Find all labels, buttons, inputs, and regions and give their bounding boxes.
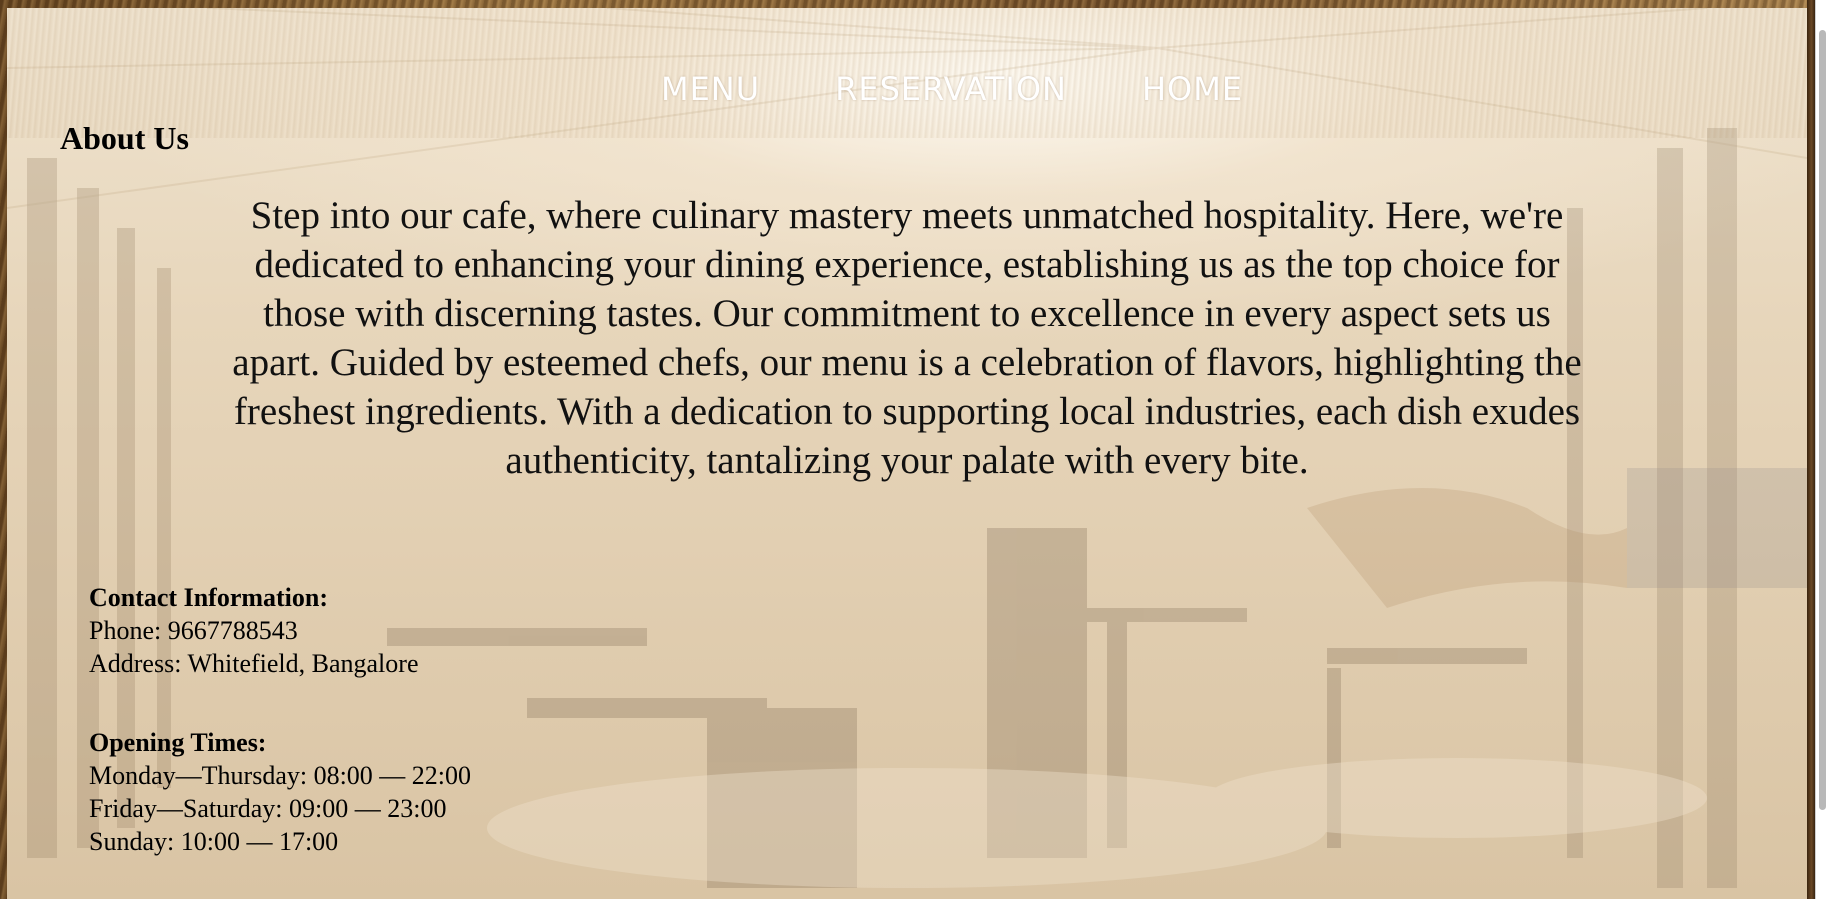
opening-times-label: Opening Times:	[89, 728, 267, 757]
opening-times-section: Opening Times: Monday—Thursday: 08:00 — …	[89, 726, 471, 858]
nav-link-reservation[interactable]: RESERVATION	[835, 70, 1067, 108]
vertical-scrollbar[interactable]	[1815, 0, 1829, 899]
about-us-heading: About Us	[60, 120, 189, 156]
main-navigation: MENU RESERVATION HOME	[7, 70, 1807, 108]
opening-times-weekdays: Monday—Thursday: 08:00 — 22:00	[89, 761, 472, 790]
nav-link-menu[interactable]: MENU	[661, 70, 760, 108]
opening-times-fri-sat: Friday—Saturday: 09:00 — 23:00	[89, 794, 447, 823]
opening-times-sunday: Sunday: 10:00 — 17:00	[89, 827, 339, 856]
contact-information-section: Contact Information: Phone: 9667788543 A…	[89, 581, 418, 680]
about-us-paragraph: Step into our cafe, where culinary maste…	[232, 194, 1582, 482]
contact-address: Address: Whitefield, Bangalore	[89, 649, 419, 678]
nav-link-home[interactable]: HOME	[1142, 70, 1243, 108]
contact-information-label: Contact Information:	[89, 583, 329, 612]
contact-phone: Phone: 9667788543	[89, 616, 298, 645]
scrollbar-thumb[interactable]	[1819, 30, 1826, 810]
content-panel: MENU RESERVATION HOME About Us Step into…	[7, 8, 1807, 899]
